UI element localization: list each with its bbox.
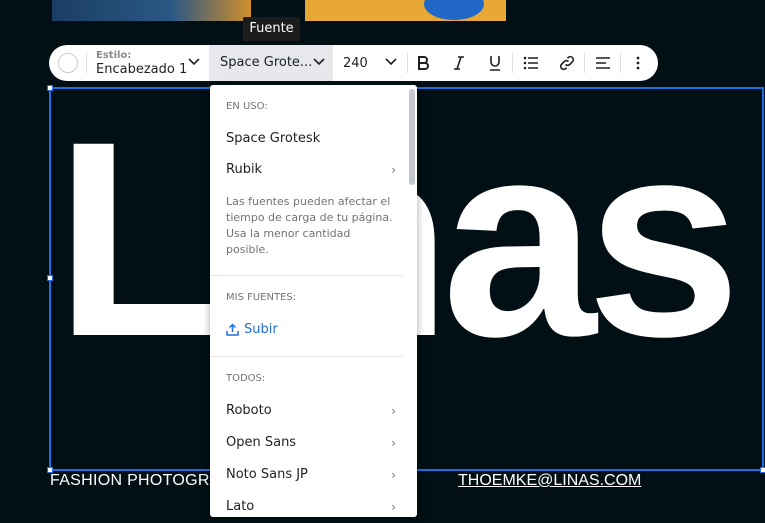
- font-option-label: Space Grotesk: [226, 131, 321, 146]
- font-option-space-grotesk[interactable]: Space Grotesk: [226, 131, 396, 146]
- toolbar-separator: [407, 53, 408, 73]
- font-option-noto-sans-jp[interactable]: Noto Sans JP ›: [226, 467, 396, 482]
- dropdown-divider: [210, 275, 403, 276]
- font-size-value: 240: [343, 56, 368, 71]
- italic-icon[interactable]: [450, 54, 468, 72]
- font-dropdown[interactable]: Space Grote...: [209, 45, 333, 81]
- all-fonts-header: TODOS:: [226, 373, 266, 384]
- link-icon[interactable]: [558, 54, 576, 72]
- font-option-roboto[interactable]: Roboto ›: [226, 403, 396, 418]
- upload-icon: [226, 323, 239, 336]
- font-load-note: Las fuentes pueden afectar el tiempo de …: [226, 195, 393, 256]
- chevron-down-icon: [313, 58, 325, 66]
- chevron-down-icon: [188, 58, 200, 66]
- toolbar-separator: [512, 53, 513, 73]
- font-option-lato[interactable]: Lato ›: [226, 499, 396, 514]
- bold-icon[interactable]: [414, 54, 432, 72]
- font-option-rubik[interactable]: Rubik ›: [226, 162, 396, 177]
- font-option-label: Noto Sans JP: [226, 467, 308, 482]
- font-option-label: Open Sans: [226, 435, 297, 450]
- toolbar-separator: [86, 53, 87, 73]
- font-value: Space Grote...: [220, 55, 313, 70]
- dropdown-scrollbar[interactable]: [409, 89, 415, 185]
- upload-font-button[interactable]: Subir: [226, 322, 278, 337]
- font-option-open-sans[interactable]: Open Sans ›: [226, 435, 396, 450]
- chevron-down-icon: [385, 58, 397, 66]
- background-image-left: [52, 0, 251, 21]
- text-toolbar: Estilo: Encabezado 1 Space Grote... 240: [49, 45, 658, 81]
- chevron-right-icon: ›: [391, 499, 396, 514]
- resize-handle-middle-left[interactable]: [47, 275, 53, 281]
- font-dropdown-menu: EN USO: Space Grotesk Rubik › Las fuente…: [210, 85, 417, 517]
- chevron-right-icon: ›: [391, 435, 396, 450]
- in-use-header: EN USO:: [226, 101, 268, 112]
- font-option-label: Roboto: [226, 403, 272, 418]
- font-tooltip: Fuente: [243, 17, 300, 41]
- background-image-right: [305, 0, 506, 21]
- font-option-label: Rubik: [226, 162, 263, 177]
- resize-handle-top-left[interactable]: [47, 85, 53, 91]
- chevron-right-icon: ›: [391, 162, 396, 177]
- underline-icon[interactable]: [486, 54, 504, 72]
- align-left-icon[interactable]: [594, 54, 612, 72]
- style-value: Encabezado 1: [96, 62, 188, 77]
- upload-label: Subir: [244, 322, 278, 337]
- toolbar-separator: [584, 53, 585, 73]
- color-picker-button[interactable]: [58, 53, 78, 73]
- more-options-icon[interactable]: [629, 54, 647, 72]
- image-blob: [424, 0, 484, 20]
- dropdown-divider: [210, 356, 403, 357]
- footer-tagline: FASHION PHOTOGRA: [50, 472, 221, 489]
- my-fonts-header: MIS FUENTES:: [226, 292, 297, 303]
- style-label: Estilo:: [96, 50, 132, 61]
- chevron-right-icon: ›: [391, 403, 396, 418]
- font-option-label: Lato: [226, 499, 255, 514]
- bulleted-list-icon[interactable]: [522, 54, 540, 72]
- chevron-right-icon: ›: [391, 467, 396, 482]
- footer-email-link[interactable]: THOEMKE@LINAS.COM: [458, 472, 641, 490]
- resize-handle-bottom-right[interactable]: [760, 467, 765, 473]
- toolbar-separator: [620, 53, 621, 73]
